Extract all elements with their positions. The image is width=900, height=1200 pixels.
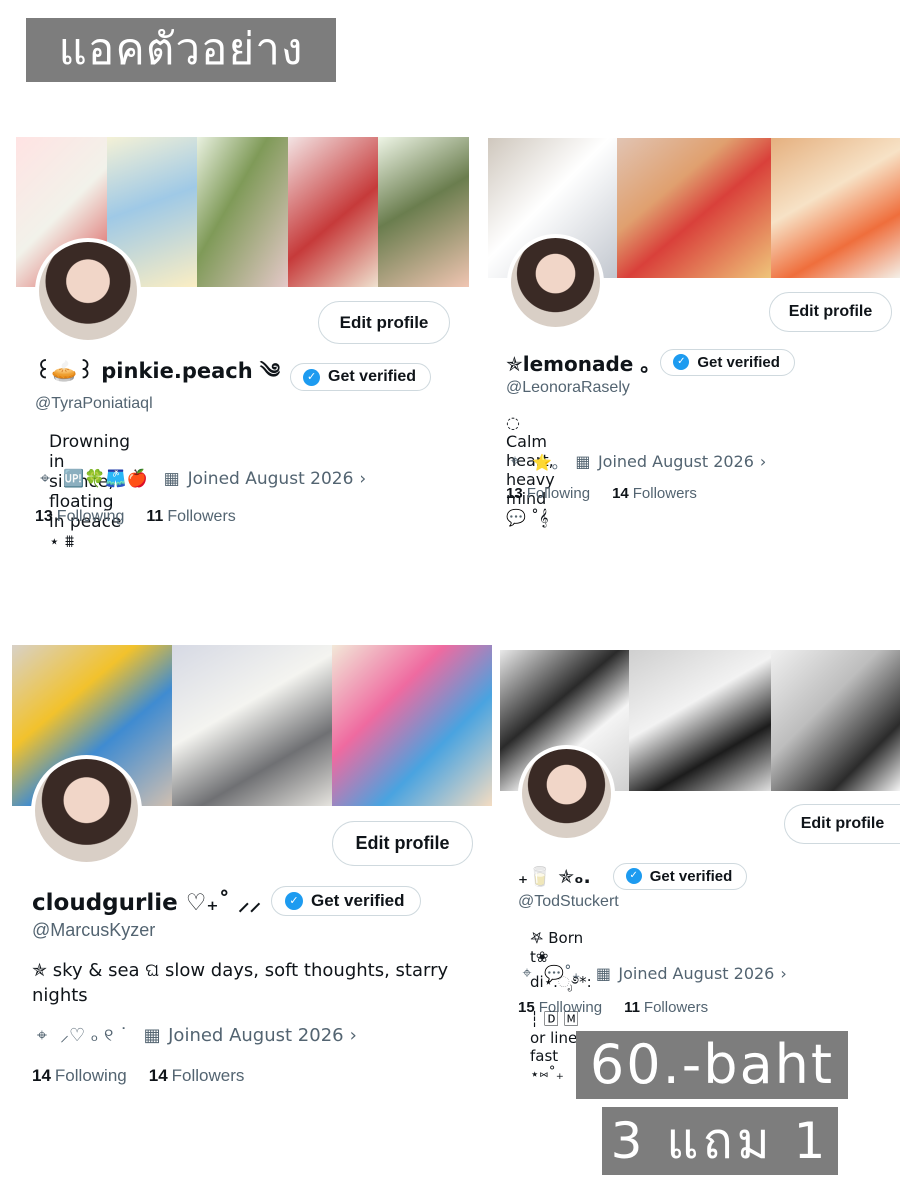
edit-profile-button[interactable]: Edit profile [332, 821, 473, 866]
edit-profile-button[interactable]: Edit profile [318, 301, 450, 344]
verified-badge-icon: ✓ [303, 368, 321, 386]
display-name: cloudgurlie ♡₊˚ ⸝⸝ [32, 890, 261, 916]
price-label: 60.-baht [576, 1031, 848, 1099]
verified-badge-icon: ✓ [284, 892, 303, 910]
location-pin-icon: ⌖ [36, 1024, 48, 1046]
get-verified-label: Get verified [649, 867, 733, 885]
user-handle: @TyraPoniatiaql [35, 395, 153, 412]
joined-date: Joined August 2026 [187, 469, 354, 489]
calendar-icon: ▦ [163, 469, 180, 489]
followers-stat[interactable]: 11 Followers [146, 508, 235, 526]
get-verified-label: Get verified [310, 891, 405, 910]
user-handle: @LeonoraRasely [506, 379, 630, 396]
following-stat[interactable]: 13 Following [506, 485, 590, 502]
location-pin-icon: ⌖ [40, 469, 50, 489]
user-handle: @MarcusKyzer [32, 920, 156, 940]
promo-label: 3 แถม 1 [602, 1107, 838, 1175]
location-text: ⸝♡ ₒ ୧ ˙ [60, 1025, 129, 1046]
joined-date: Joined August 2026 [618, 963, 775, 983]
edit-profile-button[interactable]: Edit profile [769, 292, 892, 332]
location-pin-icon: ⌖ [510, 451, 520, 470]
avatar[interactable] [31, 755, 142, 866]
followers-stat[interactable]: 11 Followers [624, 999, 708, 1016]
get-verified-button[interactable]: ✓ Get verified [660, 348, 795, 376]
joined-date: Joined August 2026 [597, 451, 754, 471]
followers-stat[interactable]: 14 Followers [149, 1066, 245, 1086]
avatar[interactable] [35, 238, 141, 344]
calendar-icon: ▦ [575, 451, 591, 471]
verified-badge-icon: ✓ [625, 868, 642, 884]
location-text: 🆙🍀🩳🍎 [63, 469, 148, 489]
joined-date: Joined August 2026 [168, 1024, 344, 1046]
get-verified-button[interactable]: ✓ Get verified [290, 363, 432, 391]
followers-stat[interactable]: 14 Followers [612, 485, 697, 502]
avatar[interactable] [507, 234, 604, 331]
chevron-right-icon[interactable]: › [780, 964, 786, 983]
calendar-icon: ▦ [143, 1024, 161, 1046]
location-pin-icon: ⌖ [522, 963, 532, 982]
location-text: 💬˚₊ [544, 963, 581, 983]
chevron-right-icon[interactable]: › [760, 452, 766, 471]
header-label: แอคตัวอย่าง [26, 18, 336, 82]
bio-text: ✯ sky & sea ଘ slow days, soft thoughts, … [32, 960, 449, 1006]
following-stat[interactable]: 15 Following [518, 999, 602, 1016]
user-handle: @TodStuckert [518, 893, 619, 910]
bio-text: Drowning in silence, floating in peace ⋆… [49, 432, 131, 552]
avatar[interactable] [518, 745, 615, 842]
chevron-right-icon[interactable]: › [350, 1025, 357, 1046]
chevron-right-icon[interactable]: › [359, 469, 366, 489]
calendar-icon: ▦ [595, 963, 611, 983]
get-verified-button[interactable]: ✓ Get verified [270, 886, 421, 916]
get-verified-label: Get verified [697, 353, 780, 371]
edit-profile-button[interactable]: Edit profile [784, 804, 900, 844]
location-text: ⭐｡ [532, 453, 560, 472]
verified-badge-icon: ✓ [673, 354, 690, 370]
display-name: ₊🥛 ✯ₒ. [518, 865, 591, 888]
display-name: ✯lemonade ｡ [506, 351, 651, 376]
get-verified-label: Get verified [328, 368, 417, 385]
following-stat[interactable]: 14 Following [32, 1066, 127, 1086]
get-verified-button[interactable]: ✓ Get verified [612, 862, 748, 890]
following-stat[interactable]: 13 Following [35, 508, 124, 526]
